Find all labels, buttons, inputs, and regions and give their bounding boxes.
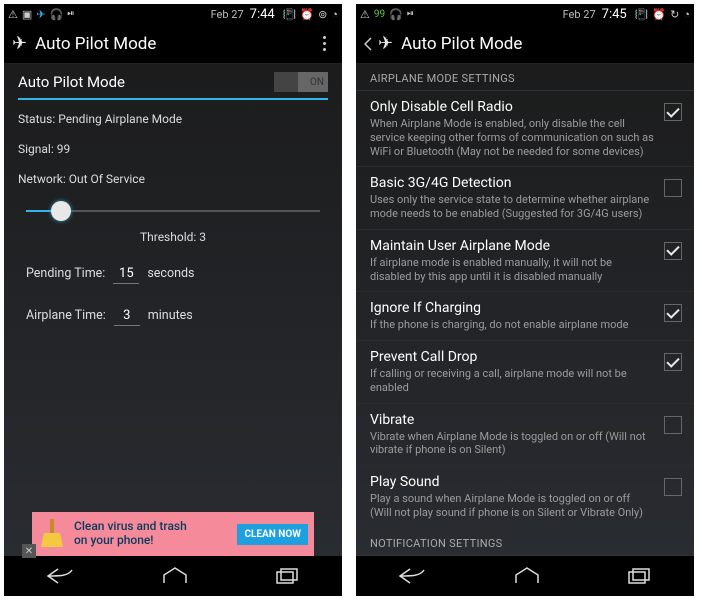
status-time: 7:45 <box>602 7 627 22</box>
app-bar: ✈ Auto Pilot Mode <box>356 24 694 64</box>
setting-title: Ignore If Charging <box>370 300 654 316</box>
wifi-icon: ⊚ <box>318 8 327 21</box>
ad-close-icon[interactable]: ✕ <box>22 544 36 558</box>
setting-desc: When Airplane Mode is enabled, only disa… <box>370 117 654 158</box>
airplane-value[interactable]: 3 <box>114 308 140 326</box>
battery-icon: ◔ <box>683 8 690 21</box>
mode-header-label: Auto Pilot Mode <box>18 73 125 91</box>
airplane-unit: minutes <box>148 308 193 323</box>
settings-list: AIRPLANE MODE SETTINGS Only Disable Cell… <box>356 64 694 556</box>
back-button[interactable] <box>46 566 76 586</box>
voicemail-icon: ⏯ <box>67 9 74 19</box>
setting-desc: If airplane mode is enabled manually, it… <box>370 256 654 284</box>
ad-text: Clean virus and trash on your phone! <box>74 520 229 548</box>
setting-maintain-user[interactable]: Maintain User Airplane Mode If airplane m… <box>356 230 694 293</box>
headphones-icon: 🎧 <box>389 8 403 21</box>
status-date: Feb 27 <box>563 8 596 21</box>
setting-title: Only Disable Cell Radio <box>370 99 654 115</box>
main-content: Auto Pilot Mode ON Status: Pending Airpl… <box>4 64 342 556</box>
checkbox[interactable] <box>664 304 682 322</box>
threshold-label: Threshold: 3 <box>4 216 342 254</box>
battery-icon: ◔ <box>331 8 338 21</box>
setting-desc: If the phone is charging, do not enable … <box>370 318 654 332</box>
header-underline <box>18 98 328 100</box>
nav-bar <box>356 556 694 596</box>
checkbox[interactable] <box>664 478 682 496</box>
status-bar: ⚠ ▣ ✈ 🎧 ⏯ Feb 27 7:44 📳 ⏰ ⊚ ◔ <box>4 4 342 24</box>
signal-strength-badge: 99 <box>374 9 385 20</box>
setting-vibrate[interactable]: Vibrate Vibrate when Airplane Mode is tog… <box>356 404 694 467</box>
threshold-slider[interactable] <box>26 210 320 212</box>
nav-bar <box>4 556 342 596</box>
headphones-icon: 🎧 <box>50 8 64 21</box>
status-bar: ⚠ 99 🎧 ⏯ Feb 27 7:45 📳 ⏰ ↻ ◔ <box>356 4 694 24</box>
home-button[interactable] <box>513 566 541 586</box>
toggle-label: ON <box>310 77 324 88</box>
app-title: Auto Pilot Mode <box>401 34 686 54</box>
warning-icon: ⚠ <box>360 8 370 21</box>
network-line: Network: Out Of Service <box>4 168 342 190</box>
app-airplane-icon: ✈ <box>378 33 393 54</box>
alarm-icon: ⏰ <box>300 8 314 21</box>
section-airplane: AIRPLANE MODE SETTINGS <box>356 64 694 91</box>
setting-title: Prevent Call Drop <box>370 349 654 365</box>
setting-desc: Vibrate when Airplane Mode is toggled on… <box>370 430 654 458</box>
section-notification: NOTIFICATION SETTINGS <box>356 529 694 556</box>
ad-line2: on your phone! <box>74 534 229 548</box>
setting-play-sound[interactable]: Play Sound Play a sound when Airplane Mod… <box>356 466 694 529</box>
setting-basic-3g4g[interactable]: Basic 3G/4G Detection Uses only the servi… <box>356 167 694 230</box>
setting-title: Play Sound <box>370 474 654 490</box>
checkbox[interactable] <box>664 416 682 434</box>
pending-label: Pending Time: <box>26 266 105 281</box>
status-date: Feb 27 <box>211 8 244 21</box>
vibrate-icon: 📳 <box>635 8 649 21</box>
back-caret-icon[interactable] <box>364 37 374 51</box>
signal-line: Signal: 99 <box>4 138 342 160</box>
app-airplane-icon: ✈ <box>12 33 27 54</box>
overflow-menu-button[interactable] <box>314 26 334 62</box>
recents-button[interactable] <box>274 566 300 586</box>
checkbox[interactable] <box>664 103 682 121</box>
image-icon: ▣ <box>22 8 32 21</box>
ad-button[interactable]: CLEAN NOW <box>237 524 308 545</box>
home-button[interactable] <box>161 566 189 586</box>
airplane-label: Airplane Time: <box>26 308 106 323</box>
recents-button[interactable] <box>626 566 652 586</box>
airplane-icon: ✈ <box>36 8 45 21</box>
setting-title: Vibrate <box>370 412 654 428</box>
checkbox[interactable] <box>664 353 682 371</box>
mode-toggle[interactable]: ON <box>274 72 328 92</box>
setting-title: Maintain User Airplane Mode <box>370 238 654 254</box>
warning-icon: ⚠ <box>8 8 18 21</box>
setting-desc: If calling or receiving a call, airplane… <box>370 367 654 395</box>
app-title: Auto Pilot Mode <box>35 34 314 54</box>
checkbox[interactable] <box>664 179 682 197</box>
ad-line1: Clean virus and trash <box>74 520 229 534</box>
app-bar: ✈ Auto Pilot Mode <box>4 24 342 64</box>
broom-icon <box>38 517 66 551</box>
setting-ignore-charging[interactable]: Ignore If Charging If the phone is chargi… <box>356 292 694 341</box>
pending-value[interactable]: 15 <box>113 266 139 284</box>
status-line: Status: Pending Airplane Mode <box>4 108 342 130</box>
setting-title: Basic 3G/4G Detection <box>370 175 654 191</box>
vibrate-icon: 📳 <box>283 8 297 21</box>
setting-only-disable-cell[interactable]: Only Disable Cell Radio When Airplane Mod… <box>356 91 694 167</box>
setting-desc: Uses only the service state to determine… <box>370 193 654 221</box>
checkbox[interactable] <box>664 242 682 260</box>
voicemail-icon: ⏯ <box>407 9 414 19</box>
phone-left: ⚠ ▣ ✈ 🎧 ⏯ Feb 27 7:44 📳 ⏰ ⊚ ◔ ✈ Auto Pil… <box>4 4 342 596</box>
alarm-icon: ⏰ <box>652 8 666 21</box>
status-time: 7:44 <box>250 7 275 22</box>
setting-desc: Play a sound when Airplane Mode is toggl… <box>370 492 654 520</box>
back-button[interactable] <box>398 566 428 586</box>
slider-thumb[interactable] <box>51 201 71 221</box>
setting-prevent-call-drop[interactable]: Prevent Call Drop If calling or receiving… <box>356 341 694 404</box>
ad-banner[interactable]: ✕ Clean virus and trash on your phone! C… <box>32 512 314 556</box>
phone-right: ⚠ 99 🎧 ⏯ Feb 27 7:45 📳 ⏰ ↻ ◔ ✈ Auto Pilo… <box>356 4 694 596</box>
pending-unit: seconds <box>147 266 194 281</box>
sync-icon: ↻ <box>670 8 679 21</box>
